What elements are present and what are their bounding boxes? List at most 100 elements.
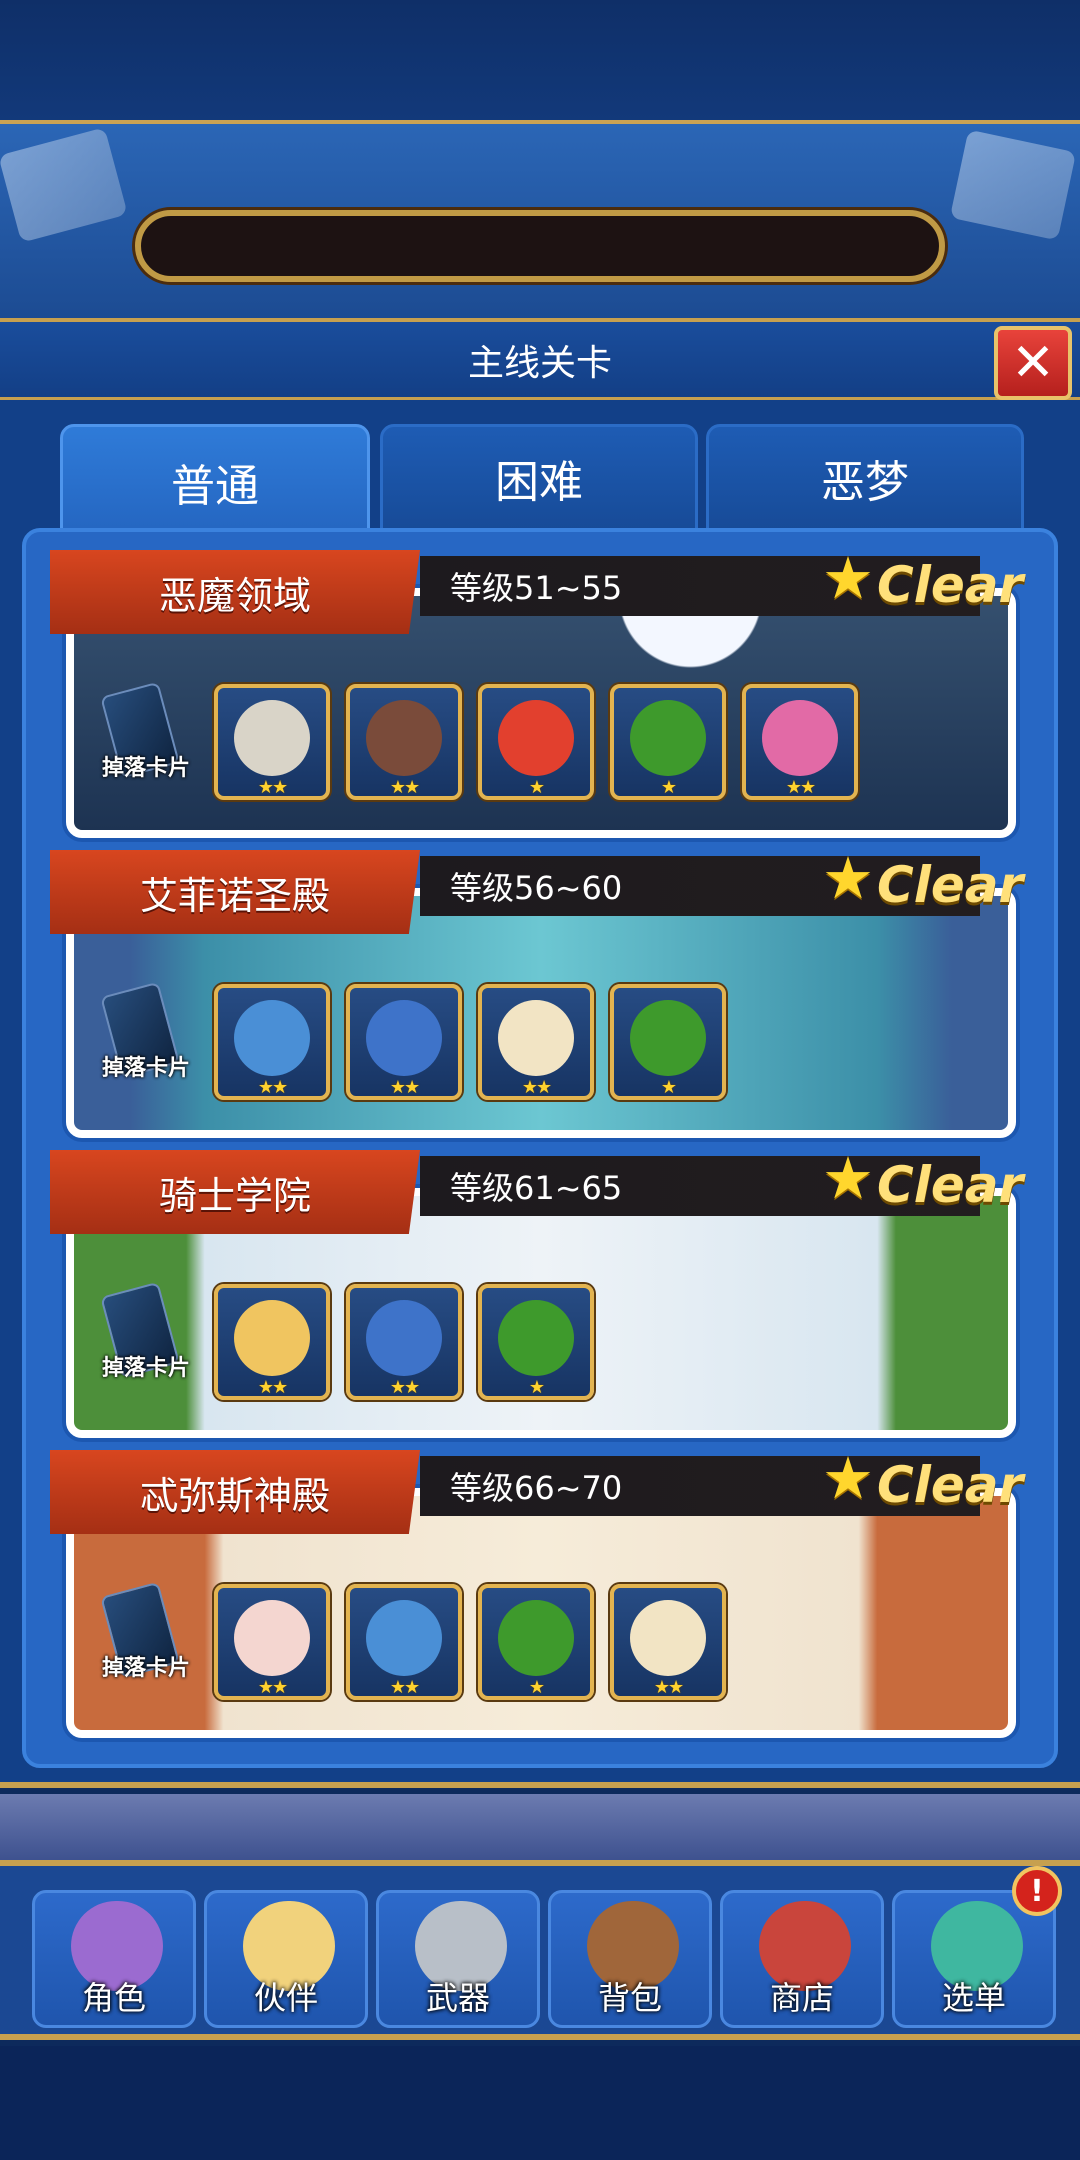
- unicorn-icon: [498, 1000, 574, 1076]
- nav-backpack[interactable]: 背包: [548, 1890, 712, 2028]
- star-rating: ★★: [389, 777, 420, 798]
- tab-label: 困难: [495, 457, 583, 508]
- blue-cap-boy-icon: [366, 1600, 442, 1676]
- enemy-slot[interactable]: ★★: [214, 1584, 330, 1700]
- enemy-slot[interactable]: ★: [478, 1584, 594, 1700]
- green-hood-icon: [498, 1600, 574, 1676]
- green-hood-icon: [630, 700, 706, 776]
- star-rating: ★: [528, 1677, 545, 1698]
- close-button[interactable]: ✕: [994, 326, 1072, 400]
- green-hood-icon: [498, 1300, 574, 1376]
- enemy-slot[interactable]: ★★: [214, 1284, 330, 1400]
- notification-badge: !: [1012, 1866, 1062, 1916]
- title-bar: 主线关卡 ✕: [0, 322, 1080, 400]
- tab-label: 普通: [171, 461, 259, 512]
- enemy-slot[interactable]: ★★: [346, 684, 462, 800]
- star-rating: ★★: [521, 1077, 552, 1098]
- hooded-monk-icon: [366, 700, 442, 776]
- nav-character[interactable]: 角色: [32, 1890, 196, 2028]
- enemy-slot[interactable]: ★★: [214, 684, 330, 800]
- nav-shop[interactable]: 商店: [720, 1890, 884, 2028]
- star-rating: ★: [528, 1377, 545, 1398]
- drop-label: 掉落卡片: [101, 1056, 190, 1081]
- enemy-slot[interactable]: ★★: [346, 1284, 462, 1400]
- clear-label: Clear: [877, 856, 1024, 914]
- clear-label: Clear: [877, 556, 1024, 614]
- stage-card[interactable]: 骑士学院 等级61~65 ★ Clear 掉落卡片 ★★ ★★ ★: [32, 1144, 1024, 1442]
- stage-card[interactable]: 忒弥斯神殿 等级66~70 ★ Clear 掉落卡片 ★★ ★★ ★ ★★: [32, 1444, 1024, 1742]
- enemy-slot[interactable]: ★★: [346, 984, 462, 1100]
- star-icon: ★: [822, 544, 874, 612]
- nav-label: 选单: [941, 1979, 1006, 2017]
- nav-label: 角色: [81, 1979, 146, 2017]
- drop-card: 掉落卡片: [96, 681, 190, 798]
- star-rating: ★★: [257, 1077, 288, 1098]
- enemy-slot[interactable]: ★: [478, 1284, 594, 1400]
- tab-label: 恶梦: [821, 457, 909, 508]
- enemy-slot[interactable]: ★★: [346, 1584, 462, 1700]
- stage-name: 忒弥斯神殿: [50, 1450, 420, 1534]
- nav-label: 背包: [597, 1979, 662, 2017]
- unicorn-icon: [630, 1600, 706, 1676]
- enemy-slot[interactable]: ★: [610, 684, 726, 800]
- close-icon: ✕: [1011, 333, 1055, 393]
- blue-cap-boy-icon: [234, 1000, 310, 1076]
- tab-normal[interactable]: 普通: [60, 424, 370, 540]
- enemy-slot[interactable]: ★: [478, 684, 594, 800]
- bottom-band: [0, 2046, 1080, 2160]
- green-hood-icon: [630, 1000, 706, 1076]
- top-band: [0, 0, 1080, 120]
- enemy-slot[interactable]: ★★: [214, 984, 330, 1100]
- tab-nightmare[interactable]: 恶梦: [706, 424, 1024, 532]
- star-icon: ★: [822, 1144, 874, 1212]
- enemy-slot[interactable]: ★★: [478, 984, 594, 1100]
- stage-name: 恶魔领域: [50, 550, 420, 634]
- star-rating: ★: [660, 777, 677, 798]
- tab-hard[interactable]: 困难: [380, 424, 698, 532]
- stage-name: 艾菲诺圣殿: [50, 850, 420, 934]
- stage-card[interactable]: 恶魔领域 等级51~55 ★ Clear 掉落卡片 ★★ ★★ ★ ★ ★★: [32, 544, 1024, 842]
- window-title: 主线关卡: [467, 342, 612, 384]
- star-rating: ★★: [389, 1677, 420, 1698]
- drop-card: 掉落卡片: [96, 981, 190, 1098]
- nav-weapon[interactable]: 武器: [376, 1890, 540, 2028]
- star-rating: ★: [660, 1077, 677, 1098]
- name-bar: [135, 210, 945, 282]
- blue-knight-icon: [366, 1000, 442, 1076]
- star-rating: ★★: [653, 1677, 684, 1698]
- drop-label: 掉落卡片: [101, 756, 190, 781]
- clear-label: Clear: [877, 1156, 1024, 1214]
- star-icon: ★: [822, 1444, 874, 1512]
- star-rating: ★★: [389, 1377, 420, 1398]
- star-rating: ★★: [257, 777, 288, 798]
- star-rating: ★: [528, 777, 545, 798]
- red-cat-imp-icon: [498, 700, 574, 776]
- ground-strip: [0, 1794, 1080, 1864]
- skeleton-shield-icon: [234, 700, 310, 776]
- stage-window: 主线关卡 ✕ 普通 困难 恶梦 恶魔领域 等级51~55 ★ Clear 掉落卡…: [0, 318, 1080, 1788]
- star-rating: ★★: [389, 1077, 420, 1098]
- nav-partner[interactable]: 伙伴: [204, 1890, 368, 2028]
- pink-succubus-icon: [762, 700, 838, 776]
- enemy-slot[interactable]: ★: [610, 984, 726, 1100]
- drop-card: 掉落卡片: [96, 1281, 190, 1398]
- star-rating: ★★: [257, 1677, 288, 1698]
- nav-label: 商店: [769, 1979, 834, 2017]
- star-icon: ★: [822, 844, 874, 912]
- drop-label: 掉落卡片: [101, 1356, 190, 1381]
- enemy-slot[interactable]: ★★: [742, 684, 858, 800]
- stage-name: 骑士学院: [50, 1150, 420, 1234]
- star-rating: ★★: [257, 1377, 288, 1398]
- nav-label: 武器: [425, 1979, 490, 2017]
- owl-icon: [234, 1600, 310, 1676]
- clear-label: Clear: [877, 1456, 1024, 1514]
- blue-knight-icon: [366, 1300, 442, 1376]
- enemy-slot[interactable]: ★★: [610, 1584, 726, 1700]
- bottom-nav: 角色 伙伴 武器 背包 商店 选单: [0, 1860, 1080, 2040]
- drop-card: 掉落卡片: [96, 1581, 190, 1698]
- drop-label: 掉落卡片: [101, 1656, 190, 1681]
- stage-card[interactable]: 艾菲诺圣殿 等级56~60 ★ Clear 掉落卡片 ★★ ★★ ★★ ★: [32, 844, 1024, 1142]
- nav-label: 伙伴: [253, 1979, 318, 2017]
- star-rating: ★★: [785, 777, 816, 798]
- blonde-girl-icon: [234, 1300, 310, 1376]
